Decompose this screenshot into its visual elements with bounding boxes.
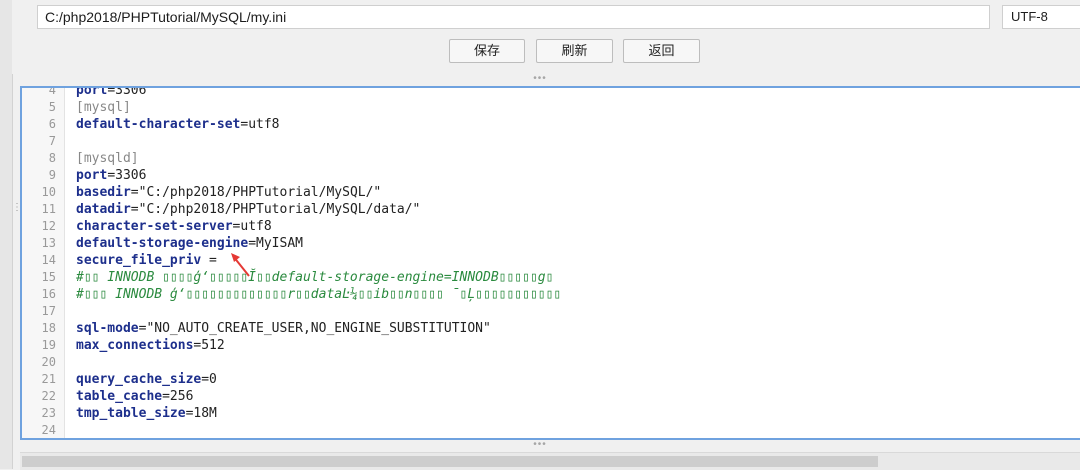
code-line: 10 basedir="C:/php2018/PHPTutorial/MySQL/… — [22, 184, 1080, 201]
line-number: 21 — [41, 372, 56, 386]
scrollbar-thumb[interactable] — [22, 456, 878, 467]
code-line: 14 secure_file_priv = — [22, 252, 1080, 269]
config-value: =512 — [193, 338, 225, 353]
code-line: 17 — [22, 303, 1080, 320]
save-button[interactable]: 保存 — [449, 39, 525, 63]
config-value: ="NO_AUTO_CREATE_USER,NO_ENGINE_SUBSTITU… — [138, 321, 491, 336]
line-number: 19 — [41, 338, 56, 352]
config-key: sql-mode — [76, 321, 139, 336]
line-number: 4 — [48, 86, 56, 97]
config-entry: character-set-server=utf8 — [76, 218, 272, 235]
line-number: 13 — [41, 236, 56, 250]
config-key: basedir — [76, 185, 131, 200]
config-entry: basedir="C:/php2018/PHPTutorial/MySQL/" — [76, 184, 381, 201]
line-number: 5 — [48, 100, 56, 114]
config-entry: tmp_table_size=18M — [76, 405, 217, 422]
config-entry: secure_file_priv = — [76, 252, 217, 269]
config-value: = — [201, 253, 217, 268]
config-value: ="C:/php2018/PHPTutorial/MySQL/data/" — [130, 202, 421, 217]
config-entry: query_cache_size=0 — [76, 371, 217, 388]
line-number: 17 — [41, 304, 56, 318]
config-entry: sql-mode="NO_AUTO_CREATE_USER,NO_ENGINE_… — [76, 320, 491, 337]
code-line: 4 port=3306 — [22, 86, 1080, 99]
config-entry: port=3306 — [76, 86, 147, 99]
config-key: table_cache — [76, 389, 163, 404]
horizontal-splitter-grip-icon[interactable]: ••• — [0, 74, 1080, 86]
line-number: 7 — [48, 134, 56, 148]
config-value: =utf8 — [232, 219, 272, 234]
code-line: 15 #▯▯ INNODB ▯▯▯▯ģ‘▯▯▯▯▯Ĭ▯▯default-stora… — [22, 269, 1080, 286]
code-lines: 4 port=3306 5 [mysql] 6 default-character-set… — [22, 86, 1080, 438]
code-line: 16 #▯▯▯ INNODB ģ‘▯▯▯▯▯▯▯▯▯▯▯▯▯r▯▯dataĿ¼▯▯… — [22, 286, 1080, 303]
line-number: 16 — [41, 287, 56, 301]
code-line: 20 — [22, 354, 1080, 371]
config-entry: datadir="C:/php2018/PHPTutorial/MySQL/da… — [76, 201, 420, 218]
config-entry: table_cache=256 — [76, 388, 193, 405]
config-value: ="C:/php2018/PHPTutorial/MySQL/" — [130, 185, 382, 200]
line-number: 18 — [41, 321, 56, 335]
line-number: 20 — [41, 355, 56, 369]
config-key: tmp_table_size — [76, 406, 186, 421]
line-number: 10 — [41, 185, 56, 199]
config-value: =MyISAM — [248, 236, 303, 251]
section-header: [mysql] — [76, 100, 131, 115]
config-key: secure_file_priv — [76, 253, 202, 268]
refresh-button[interactable]: 刷新 — [536, 39, 613, 63]
line-number: 24 — [41, 423, 56, 437]
config-value: =18M — [185, 406, 217, 421]
config-key: port — [76, 86, 108, 98]
section-header: [mysqld] — [76, 151, 139, 166]
file-path-input[interactable]: C:/php2018/PHPTutorial/MySQL/my.ini — [37, 5, 990, 29]
config-value: =3306 — [107, 168, 147, 183]
config-key: default-storage-engine — [76, 236, 249, 251]
config-key: port — [76, 168, 108, 183]
config-value: =0 — [201, 372, 217, 387]
line-number: 11 — [41, 202, 56, 216]
code-line: 18 sql-mode="NO_AUTO_CREATE_USER,NO_ENGIN… — [22, 320, 1080, 337]
code-line: 11 datadir="C:/php2018/PHPTutorial/MySQL/… — [22, 201, 1080, 218]
line-number: 8 — [48, 151, 56, 165]
code-line: 8 [mysqld] — [22, 150, 1080, 167]
red-arrow-icon — [231, 253, 250, 277]
config-value: =utf8 — [240, 117, 280, 132]
code-line: 12 character-set-server=utf8 — [22, 218, 1080, 235]
line-number: 23 — [41, 406, 56, 420]
vertical-splitter-grip-icon[interactable]: ⋮ — [12, 203, 22, 225]
line-number: 22 — [41, 389, 56, 403]
code-line: 19 max_connections=512 — [22, 337, 1080, 354]
code-line: 21 query_cache_size=0 — [22, 371, 1080, 388]
toolbar: C:/php2018/PHPTutorial/MySQL/my.ini UTF-… — [12, 0, 1080, 74]
config-entry: port=3306 — [76, 167, 146, 184]
config-value: =256 — [162, 389, 194, 404]
config-key: query_cache_size — [76, 372, 202, 387]
line-number: 6 — [48, 117, 56, 131]
comment-line: #▯▯▯ INNODB ģ‘▯▯▯▯▯▯▯▯▯▯▯▯▯r▯▯dataĿ¼▯▯ib… — [76, 287, 562, 302]
code-line: 7 — [22, 133, 1080, 150]
code-line: 24 — [22, 422, 1080, 438]
horizontal-scrollbar[interactable] — [20, 452, 1080, 470]
back-button[interactable]: 返回 — [623, 39, 700, 63]
bottom-splitter-grip-icon[interactable]: ••• — [0, 440, 1080, 451]
config-key: character-set-server — [76, 219, 233, 234]
code-line: 6 default-character-set=utf8 — [22, 116, 1080, 133]
code-line: 23 tmp_table_size=18M — [22, 405, 1080, 422]
config-key: max_connections — [76, 338, 194, 353]
encoding-select[interactable]: UTF-8 — [1002, 5, 1080, 29]
line-number: 9 — [48, 168, 56, 182]
config-entry: default-storage-engine=MyISAM — [76, 235, 303, 252]
comment-line: #▯▯ INNODB ▯▯▯▯ģ‘▯▯▯▯▯Ĭ▯▯default-storage… — [76, 270, 554, 285]
line-number: 12 — [41, 219, 56, 233]
config-value: =3306 — [107, 86, 147, 98]
config-key: default-character-set — [76, 117, 241, 132]
config-entry: max_connections=512 — [76, 337, 225, 354]
code-line: 22 table_cache=256 — [22, 388, 1080, 405]
code-line: 9 port=3306 — [22, 167, 1080, 184]
code-line: 13 default-storage-engine=MyISAM — [22, 235, 1080, 252]
code-editor[interactable]: 4 port=3306 5 [mysql] 6 default-character-set… — [20, 86, 1080, 440]
code-line: 5 [mysql] — [22, 99, 1080, 116]
line-number: 14 — [41, 253, 56, 267]
config-key: datadir — [76, 202, 131, 217]
line-number: 15 — [41, 270, 56, 284]
config-entry: default-character-set=utf8 — [76, 116, 280, 133]
